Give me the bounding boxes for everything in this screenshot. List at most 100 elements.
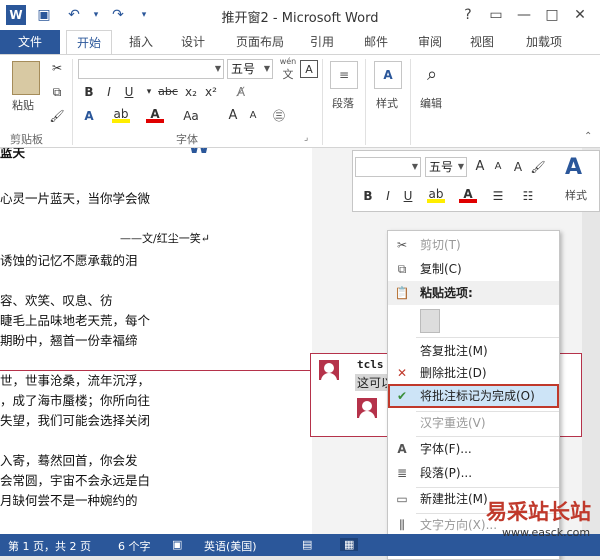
mini-character-border-icon[interactable]: A xyxy=(509,158,527,176)
tab-references[interactable]: 引用 xyxy=(302,30,342,54)
page-count[interactable]: 第 1 页，共 2 页 xyxy=(8,538,91,554)
mini-underline-button[interactable]: U xyxy=(399,187,417,205)
language-indicator[interactable]: 英语(美国) xyxy=(204,538,257,554)
tab-mailings[interactable]: 邮件 xyxy=(356,30,396,54)
tab-home[interactable]: 开始 xyxy=(66,30,112,54)
read-mode-icon[interactable]: ▤ xyxy=(302,538,312,551)
menu-item-delete-comment[interactable]: ✕ 删除批注(D) xyxy=(388,361,559,385)
highlight-color-icon[interactable]: ab xyxy=(112,105,130,123)
font-size-combo[interactable]: 五号 ▼ xyxy=(227,59,273,79)
menu-item-paragraph[interactable]: ≣ 段落(P)... xyxy=(388,461,559,485)
copy-icon: ⧉ xyxy=(397,262,407,276)
clear-formatting-icon[interactable]: A̸ xyxy=(232,83,250,101)
title-bar: W ▣ ↶ ▾ ↷ ▾ 推开窗2 - Microsoft Word ? ▭ — … xyxy=(0,0,600,30)
change-case-button[interactable]: Aa xyxy=(182,107,200,125)
mini-highlight-icon[interactable]: ab xyxy=(427,185,445,203)
document-page[interactable]: 蓝天 心灵一片蓝天，当你学会微 ——文/红尘一笑↵ 诱蚀的记忆不愿承载的泪 容、… xyxy=(0,148,312,534)
tab-review[interactable]: 审阅 xyxy=(410,30,450,54)
text-line: ——文/红尘一笑↵ xyxy=(120,232,210,245)
text-line: 月缺何尝不是一种婉约的 xyxy=(0,493,138,508)
delete-comment-icon: ✕ xyxy=(396,366,408,380)
phonetic-guide-icon[interactable]: wén 文 xyxy=(278,57,298,81)
shrink-font-button[interactable]: A xyxy=(244,107,262,125)
grow-font-button[interactable]: A xyxy=(224,107,242,125)
tab-view[interactable]: 视图 xyxy=(462,30,502,54)
text-line: 期盼中，翘首一份幸福缔 xyxy=(0,333,138,348)
word-count[interactable]: 6 个字 xyxy=(118,538,151,554)
tab-layout[interactable]: 页面布局 xyxy=(228,30,292,54)
help-button[interactable]: ? xyxy=(456,4,480,26)
text-effects-button[interactable]: A xyxy=(80,107,98,125)
text-line: 蓝天 xyxy=(0,148,26,160)
styles-icon[interactable]: A xyxy=(374,61,402,89)
comment-author: tcls xyxy=(357,358,384,371)
menu-item-copy[interactable]: ⧉ 复制(C) xyxy=(388,257,559,281)
menu-item-font[interactable]: A 字体(F)... xyxy=(388,437,559,461)
paste-label[interactable]: 粘贴 xyxy=(12,97,34,113)
text-line: 诱蚀的记忆不愿承载的泪 xyxy=(0,253,138,268)
print-layout-icon[interactable]: ▦ xyxy=(340,538,359,551)
mini-bullets-icon[interactable]: ☰ xyxy=(489,187,507,205)
enclose-character-icon[interactable]: ㊂ xyxy=(270,107,288,125)
mini-numbering-icon[interactable]: ☷ xyxy=(519,187,537,205)
font-size-value: 五号 xyxy=(231,62,256,76)
paragraph-button[interactable]: 段落 xyxy=(332,95,354,111)
italic-button[interactable]: I xyxy=(100,83,118,101)
character-border-icon[interactable]: A xyxy=(300,60,318,78)
mini-bold-button[interactable]: B xyxy=(359,187,377,205)
mini-grow-font-icon[interactable]: A xyxy=(471,158,489,176)
mini-shrink-font-icon[interactable]: A xyxy=(489,158,507,176)
checkmark-icon: ✔ xyxy=(396,389,408,403)
superscript-button[interactable]: x² xyxy=(202,83,220,101)
text-line: 失望，我们可能会选择关闭 xyxy=(0,413,151,428)
ribbon-separator xyxy=(322,59,323,145)
text-line: 会常圆，宇宙不会永远是白 xyxy=(0,473,151,488)
subscript-button[interactable]: x₂ xyxy=(182,83,200,101)
paste-keep-text-icon[interactable] xyxy=(420,309,440,333)
scissors-icon: ✂ xyxy=(396,238,408,252)
styles-button[interactable]: 样式 xyxy=(376,95,398,111)
font-color-icon[interactable]: A xyxy=(146,105,164,123)
bold-button[interactable]: B xyxy=(80,83,98,101)
chevron-down-icon: ▼ xyxy=(214,64,221,73)
menu-item-cut[interactable]: ✂ 剪切(T) xyxy=(388,233,559,257)
underline-button[interactable]: U xyxy=(120,83,138,101)
tab-insert[interactable]: 插入 xyxy=(118,30,164,54)
font-name-combo[interactable]: ▼ xyxy=(78,59,224,79)
format-painter-icon[interactable]: 🖌 xyxy=(48,107,66,125)
font-group-label: 字体 xyxy=(176,133,198,146)
dialog-launcher-icon[interactable]: ⌟ xyxy=(304,133,308,143)
ribbon-display-options-icon[interactable]: ▭ xyxy=(484,4,508,26)
menu-item-mark-done[interactable]: ✔ 将批注标记为完成(O) xyxy=(388,384,559,408)
mini-styles-icon[interactable]: A xyxy=(565,155,582,180)
mini-italic-button[interactable]: I xyxy=(379,187,397,205)
editing-button[interactable]: 编辑 xyxy=(420,95,442,111)
cut-icon[interactable]: ✂ xyxy=(48,59,66,77)
paragraph-icon[interactable]: ≡ xyxy=(330,61,358,89)
ribbon-separator xyxy=(410,59,411,145)
text-line: 容、欢笑、叹息、彷 xyxy=(0,293,113,308)
copy-icon[interactable]: ⧉ xyxy=(48,83,66,101)
strikethrough-button[interactable]: abc xyxy=(156,83,180,101)
tab-design[interactable]: 设计 xyxy=(170,30,216,54)
menu-item-reply-comment[interactable]: 答复批注(M) xyxy=(388,339,559,363)
tab-file[interactable]: 文件 xyxy=(0,30,60,54)
chevron-down-icon: ▼ xyxy=(457,162,464,171)
collapse-ribbon-icon[interactable]: ⌃ xyxy=(584,131,592,142)
text-line: 心灵一片蓝天，当你学会微 xyxy=(0,191,151,206)
mini-format-painter-icon[interactable]: 🖌 xyxy=(529,158,547,176)
proofing-icon[interactable]: ▣ xyxy=(172,538,182,551)
mini-font-name-combo[interactable]: ▼ xyxy=(355,157,421,177)
restore-button[interactable]: □ xyxy=(540,4,564,26)
menu-item-reconvert[interactable]: 汉字重选(V) xyxy=(388,411,559,435)
mini-font-size-combo[interactable]: 五号 ▼ xyxy=(425,157,467,177)
mini-font-color-icon[interactable]: A xyxy=(459,185,477,203)
ribbon: 粘贴 ✂ ⧉ 🖌 剪贴板 ▼ 五号 ▼ wén 文 A B I U ▾ abc x… xyxy=(0,54,600,148)
minimize-button[interactable]: — xyxy=(512,4,536,26)
mini-styles-label[interactable]: 样式 xyxy=(565,187,587,203)
close-button[interactable]: ✕ xyxy=(568,4,592,26)
binoculars-icon[interactable]: ⌕ xyxy=(418,61,446,89)
tab-addins[interactable]: 加载项 xyxy=(516,30,572,54)
mini-font-size-value: 五号 xyxy=(429,160,454,174)
clipboard-paste-icon[interactable] xyxy=(12,61,40,95)
